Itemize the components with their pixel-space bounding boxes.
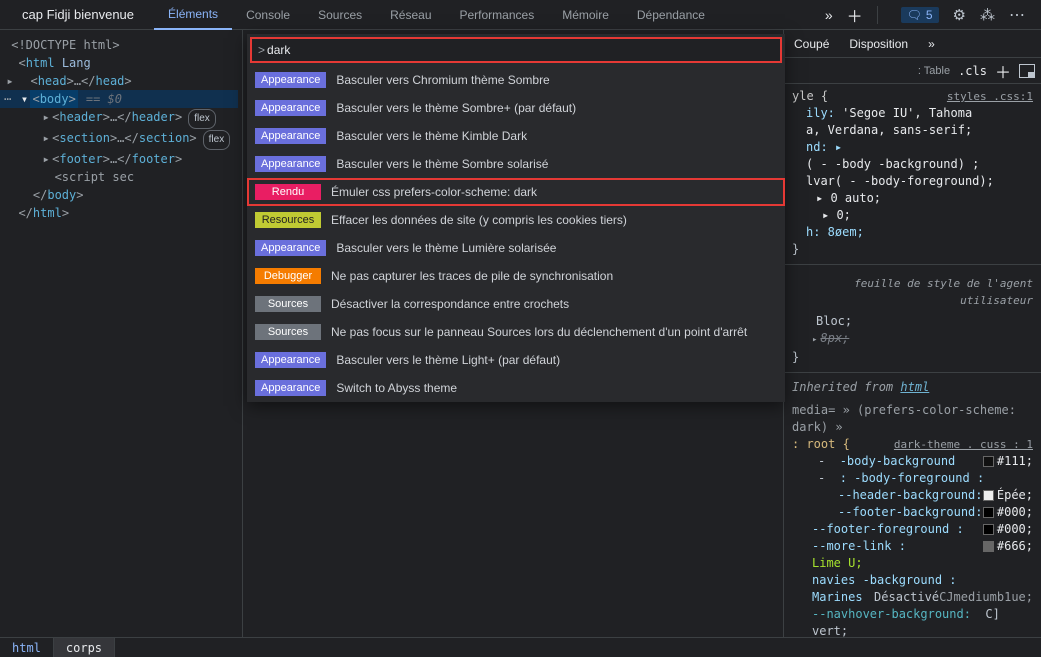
- rule-source-link[interactable]: styles .css:1: [947, 88, 1033, 105]
- crumb-html[interactable]: html: [0, 638, 54, 657]
- command-label: Basculer vers le thème Sombre solarisé: [336, 157, 548, 171]
- command-category-badge: Appearance: [255, 72, 326, 88]
- tab-styles[interactable]: Coupé: [794, 37, 829, 51]
- tab-performance[interactable]: Performances: [446, 0, 549, 30]
- command-label: Ne pas capturer les traces de pile de sy…: [331, 269, 613, 283]
- breadcrumb: html corps: [0, 637, 1041, 657]
- command-item[interactable]: Rendu Émuler css prefers-color-scheme: da…: [247, 178, 785, 206]
- doctype: <!DOCTYPE html>: [11, 38, 119, 52]
- command-label: Basculer vers le thème Light+ (par défau…: [336, 353, 560, 367]
- command-category-badge: Resources: [255, 212, 321, 228]
- styles-panel: Coupé Disposition » : Table .cls ＋ yle {…: [783, 30, 1041, 637]
- rule-selector: yle {: [792, 89, 828, 103]
- chat-icon: 🗨: [907, 8, 922, 22]
- command-category-badge: Sources: [255, 296, 321, 312]
- issues-badge[interactable]: 🗨 5: [901, 7, 939, 23]
- flex-badge[interactable]: flex: [188, 109, 216, 129]
- command-label: Émuler css prefers-color-scheme: dark: [331, 185, 537, 199]
- cls-toggle[interactable]: .cls: [958, 64, 987, 78]
- command-category-badge: Appearance: [255, 128, 326, 144]
- command-label: Switch to Abyss theme: [336, 381, 457, 395]
- command-input[interactable]: [267, 43, 774, 57]
- command-list: Appearance Basculer vers Chromium thème S…: [247, 66, 785, 402]
- command-category-badge: Rendu: [255, 184, 321, 200]
- tab-elements[interactable]: Éléments: [154, 0, 232, 30]
- command-item[interactable]: Appearance Basculer vers le thème Lumière…: [247, 234, 785, 262]
- command-category-badge: Appearance: [255, 352, 326, 368]
- command-label: Basculer vers le thème Lumière solarisée: [336, 241, 556, 255]
- command-category-badge: Appearance: [255, 380, 326, 396]
- inherited-from: Inherited from html: [792, 379, 1033, 396]
- command-label: Basculer vers Chromium thème Sombre: [336, 73, 549, 87]
- command-item[interactable]: Appearance Switch to Abyss theme: [247, 374, 785, 402]
- root-selector: : root {: [792, 437, 850, 451]
- command-item[interactable]: Resources Effacer les données de site (y …: [247, 206, 785, 234]
- command-category-badge: Appearance: [255, 240, 326, 256]
- kebab-icon[interactable]: ⋯: [1009, 5, 1027, 25]
- ua-stylesheet-label: feuille de style de l'agent utilisateur: [792, 271, 1033, 313]
- inherited-link[interactable]: html: [900, 380, 929, 394]
- command-label: Basculer vers le thème Kimble Dark: [336, 129, 527, 143]
- issues-count: 5: [926, 8, 933, 22]
- command-category-badge: Appearance: [255, 100, 326, 116]
- command-category-badge: Debugger: [255, 268, 321, 284]
- command-menu: > Appearance Basculer vers Chromium thème…: [247, 34, 785, 402]
- add-tab-icon[interactable]: ＋: [847, 3, 863, 27]
- page-title: cap Fidji bienvenue: [8, 0, 154, 30]
- command-label: Effacer les données de site (y compris l…: [331, 213, 627, 227]
- command-item[interactable]: Sources Désactiver la correspondance entr…: [247, 290, 785, 318]
- command-item[interactable]: Appearance Basculer vers le thème Light+ …: [247, 346, 785, 374]
- command-label: Basculer vers le thème Sombre+ (par défa…: [336, 101, 576, 115]
- computed-toggle-icon[interactable]: [1019, 64, 1035, 78]
- command-item[interactable]: Appearance Basculer vers Chromium thème S…: [247, 66, 785, 94]
- command-input-wrap[interactable]: >: [250, 37, 782, 63]
- eq0: == $0: [86, 92, 122, 106]
- customize-icon[interactable]: ⁂: [980, 6, 995, 24]
- command-item[interactable]: Appearance Basculer vers le thème Sombre …: [247, 150, 785, 178]
- tab-memory[interactable]: Mémoire: [548, 0, 623, 30]
- media-query: media= » (prefers-color-scheme: dark) »: [792, 402, 1033, 436]
- command-label: Désactiver la correspondance entre croch…: [331, 297, 569, 311]
- command-item[interactable]: Appearance Basculer vers le thème Kimble …: [247, 122, 785, 150]
- more-tabs-icon[interactable]: »: [825, 7, 833, 23]
- command-item[interactable]: Sources Ne pas focus sur le panneau Sourc…: [247, 318, 785, 346]
- tab-layout[interactable]: Disposition: [849, 37, 908, 51]
- tab-strip: cap Fidji bienvenue Éléments Console Sou…: [0, 0, 1041, 30]
- new-rule-icon[interactable]: ＋: [995, 59, 1011, 83]
- tab-application[interactable]: Dépendance: [623, 0, 719, 30]
- tab-sources[interactable]: Sources: [304, 0, 376, 30]
- elements-tree[interactable]: <!DOCTYPE html> <html Lang ▸ <head>…</he…: [0, 30, 243, 637]
- command-category-badge: Sources: [255, 324, 321, 340]
- command-category-badge: Appearance: [255, 156, 326, 172]
- flex-badge[interactable]: flex: [203, 130, 231, 150]
- rule-source-link[interactable]: dark-theme . cuss : 1: [894, 436, 1033, 453]
- gear-icon[interactable]: ⚙: [953, 6, 966, 24]
- more-tabs-icon[interactable]: »: [928, 37, 935, 51]
- crumb-body[interactable]: corps: [54, 638, 115, 657]
- chevron-right-icon: >: [258, 43, 265, 57]
- tab-network[interactable]: Réseau: [376, 0, 445, 30]
- tab-console[interactable]: Console: [232, 0, 304, 30]
- command-label: Ne pas focus sur le panneau Sources lors…: [331, 325, 747, 339]
- command-item[interactable]: Appearance Basculer vers le thème Sombre+…: [247, 94, 785, 122]
- command-item[interactable]: Debugger Ne pas capturer les traces de pi…: [247, 262, 785, 290]
- hover-toggle[interactable]: : Table: [918, 65, 950, 77]
